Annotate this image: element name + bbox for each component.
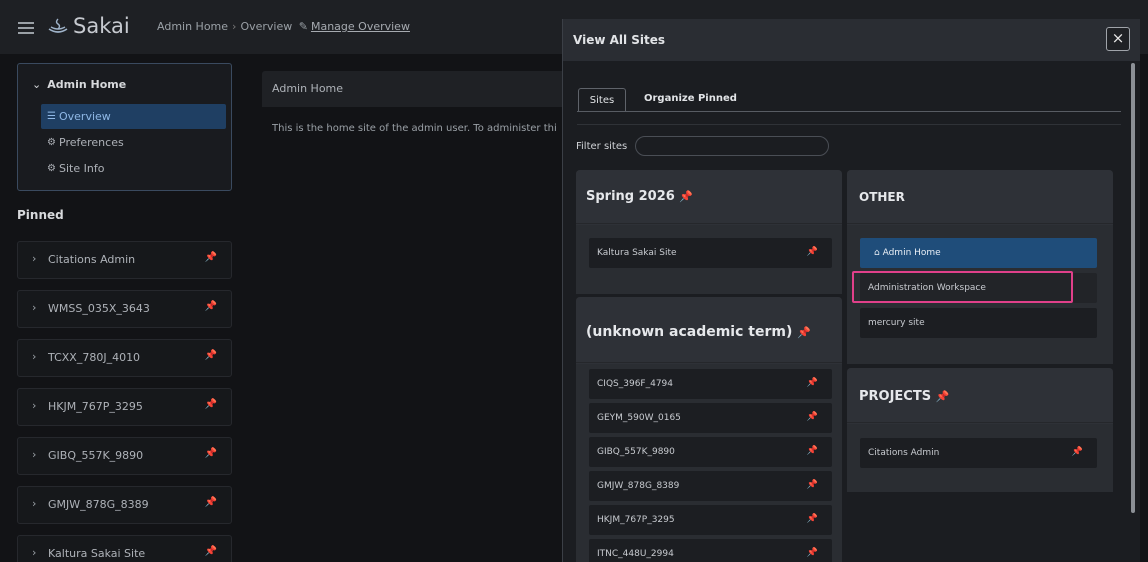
panel-title: (unknown academic term) 📌 — [586, 324, 811, 340]
view-all-sites-dialog: View All Sites × Sites Organize Pinned F… — [562, 19, 1140, 562]
scrollbar[interactable] — [1131, 63, 1135, 513]
tool-item-preferences[interactable]: ⚙ Preferences — [41, 130, 226, 155]
breadcrumb-separator-icon: › — [232, 20, 237, 33]
hamburger-menu-icon[interactable] — [18, 22, 34, 34]
site-button[interactable]: HKJM_767P_3295 📌 — [589, 505, 832, 535]
site-button[interactable]: GEYM_590W_0165 📌 — [589, 403, 832, 433]
pinned-site-item[interactable]: › GIBQ_557K_9890 📌 — [17, 437, 232, 475]
chevron-right-icon: › — [32, 399, 37, 412]
other-sites-panel: OTHER ⌂ Admin Home Administration Worksp… — [847, 170, 1113, 364]
tool-title: Admin Home — [272, 82, 344, 95]
site-button[interactable]: Kaltura Sakai Site 📌 — [589, 238, 832, 268]
term-panel-spring-2026: Spring 2026 📌 Kaltura Sakai Site 📌 — [576, 170, 842, 294]
close-button[interactable]: × — [1106, 27, 1130, 51]
pin-icon[interactable]: 📌 — [679, 190, 693, 203]
gear-icon: ⚙ — [47, 163, 56, 174]
site-button[interactable]: CIQS_396F_4794 📌 — [589, 369, 832, 399]
pin-icon[interactable]: 📌 — [205, 546, 217, 557]
panel-header: Spring 2026 📌 — [576, 170, 842, 224]
pinned-site-item[interactable]: › Citations Admin 📌 — [17, 241, 232, 279]
tool-title-bar: Admin Home — [262, 71, 562, 107]
site-tools-menu: ⌄ Admin Home ☰ Overview ⚙ Preferences ⚙ Site… — [17, 63, 232, 191]
site-button[interactable]: GIBQ_557K_9890 📌 — [589, 437, 832, 467]
pin-icon[interactable]: 📌 — [807, 247, 818, 257]
pinned-site-item[interactable]: › HKJM_767P_3295 📌 — [17, 388, 232, 426]
breadcrumb: Admin Home › Overview ✎ Manage Overview — [157, 20, 410, 33]
panel-header: PROJECTS 📌 — [847, 368, 1113, 423]
sakai-logo-icon — [48, 18, 68, 33]
overview-text: This is the home site of the admin user.… — [272, 123, 557, 134]
tool-item-site-info[interactable]: ⚙ Site Info — [41, 156, 226, 181]
projects-panel: PROJECTS 📌 Citations Admin 📌 — [847, 368, 1113, 492]
chevron-right-icon: › — [32, 252, 37, 265]
site-button[interactable]: Citations Admin 📌 — [860, 438, 1097, 468]
pin-icon[interactable]: 📌 — [205, 252, 217, 263]
breadcrumb-site[interactable]: Admin Home — [157, 20, 228, 33]
chevron-right-icon: › — [32, 546, 37, 559]
filter-sites-input[interactable] — [635, 136, 829, 156]
pin-icon[interactable]: 📌 — [1072, 447, 1083, 457]
pinned-site-item[interactable]: › WMSS_035X_3643 📌 — [17, 290, 232, 328]
panel-header: OTHER — [847, 170, 1113, 224]
tab-sites[interactable]: Sites — [578, 88, 626, 112]
pin-icon[interactable]: 📌 — [205, 399, 217, 410]
pin-icon[interactable]: 📌 — [807, 480, 818, 490]
pin-icon[interactable]: 📌 — [807, 514, 818, 524]
pinned-heading: Pinned — [17, 208, 64, 222]
pin-icon[interactable]: 📌 — [205, 350, 217, 361]
chevron-right-icon: › — [32, 301, 37, 314]
pencil-icon: ✎ — [298, 20, 308, 33]
pin-icon[interactable]: 📌 — [936, 390, 950, 403]
chevron-down-icon: ⌄ — [32, 78, 42, 91]
site-tools-header[interactable]: ⌄ Admin Home — [32, 78, 126, 91]
pinned-site-item[interactable]: › TCXX_780J_4010 📌 — [17, 339, 232, 377]
divider — [577, 124, 1121, 125]
pin-icon[interactable]: 📌 — [807, 548, 818, 558]
pin-icon[interactable]: 📌 — [205, 497, 217, 508]
chevron-right-icon: › — [32, 497, 37, 510]
highlight-box — [852, 271, 1073, 303]
manage-overview-link[interactable]: Manage Overview — [311, 20, 410, 33]
panel-title: OTHER — [859, 190, 905, 204]
dialog-title: View All Sites — [573, 33, 666, 47]
panel-title: Spring 2026 📌 — [586, 189, 694, 204]
home-icon: ⌂ — [874, 248, 880, 258]
logo-text[interactable]: Sakai — [73, 14, 130, 38]
filter-label: Filter sites — [576, 141, 628, 152]
tab-organize-pinned[interactable]: Organize Pinned — [644, 93, 737, 104]
tool-item-overview[interactable]: ☰ Overview — [41, 104, 226, 129]
pin-icon[interactable]: 📌 — [807, 412, 818, 422]
site-button[interactable]: mercury site — [860, 308, 1097, 338]
term-panel-unknown: (unknown academic term) 📌 CIQS_396F_4794… — [576, 297, 842, 562]
pin-icon[interactable]: 📌 — [205, 301, 217, 312]
pin-icon[interactable]: 📌 — [807, 446, 818, 456]
pin-icon[interactable]: 📌 — [205, 448, 217, 459]
list-icon: ☰ — [47, 111, 56, 122]
panel-header: (unknown academic term) 📌 — [576, 297, 842, 363]
site-button-admin-home[interactable]: ⌂ Admin Home — [860, 238, 1097, 268]
pinned-site-item[interactable]: › Kaltura Sakai Site 📌 — [17, 535, 232, 562]
breadcrumb-page: Overview — [240, 20, 293, 33]
tabs-divider — [577, 111, 1121, 112]
chevron-right-icon: › — [32, 350, 37, 363]
chevron-right-icon: › — [32, 448, 37, 461]
gear-icon: ⚙ — [47, 137, 56, 148]
site-button[interactable]: GMJW_878G_8389 📌 — [589, 471, 832, 501]
panel-title: PROJECTS 📌 — [859, 389, 950, 404]
pin-icon[interactable]: 📌 — [807, 378, 818, 388]
pin-icon[interactable]: 📌 — [797, 326, 811, 339]
pinned-site-item[interactable]: › GMJW_878G_8389 📌 — [17, 486, 232, 524]
site-button[interactable]: ITNC_448U_2994 📌 — [589, 539, 832, 562]
